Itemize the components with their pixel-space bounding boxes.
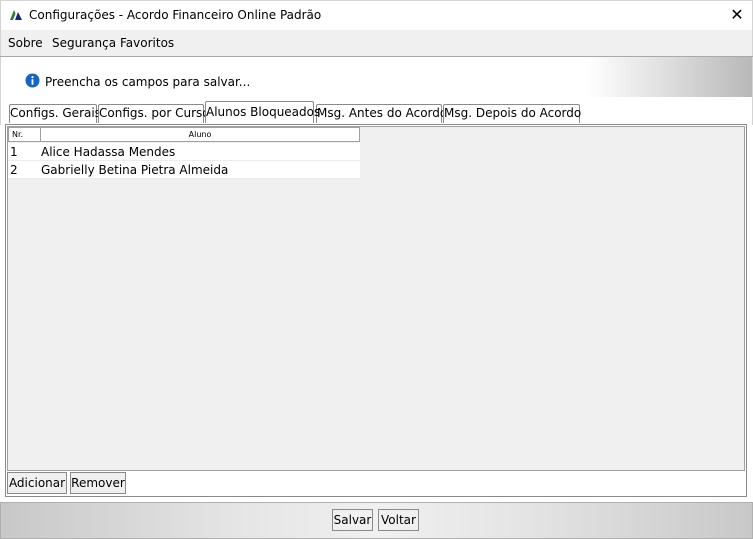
menu-favoritos[interactable]: Favoritos <box>120 36 174 50</box>
menu-seguranca[interactable]: Segurança <box>52 36 116 50</box>
remove-button[interactable]: Remover <box>70 472 126 494</box>
tab-strip: Configs. Gerais Configs. por Curso Aluno… <box>0 97 753 125</box>
column-header-aluno[interactable]: Aluno <box>40 127 360 142</box>
table-row[interactable]: 1 Alice Hadassa Mendes <box>8 143 360 161</box>
info-message: Preencha os campos para salvar... <box>45 75 251 89</box>
tab-configs-gerais[interactable]: Configs. Gerais <box>9 104 101 123</box>
app-logo-icon <box>10 10 22 20</box>
save-button[interactable]: Salvar <box>332 509 373 531</box>
row-aluno: Gabrielly Betina Pietra Almeida <box>41 163 229 177</box>
add-button[interactable]: Adicionar <box>7 472 67 494</box>
menu-sobre[interactable]: Sobre <box>8 36 43 50</box>
footer-bar: Salvar Voltar <box>0 502 753 539</box>
students-grid[interactable]: Nr. Aluno 1 Alice Hadassa Mendes 2 Gabri… <box>7 126 745 471</box>
tab-msg-antes-do-acordo[interactable]: Msg. Antes do Acordo <box>316 104 447 123</box>
window-title: Configurações - Acordo Financeiro Online… <box>29 8 322 22</box>
column-header-nr[interactable]: Nr. <box>8 127 41 142</box>
back-button[interactable]: Voltar <box>378 509 419 531</box>
grid-header: Nr. Aluno <box>8 127 360 142</box>
table-row[interactable]: 2 Gabrielly Betina Pietra Almeida <box>8 161 360 179</box>
row-nr: 2 <box>10 163 18 177</box>
title-bar: Configurações - Acordo Financeiro Online… <box>0 0 753 30</box>
info-bar: Preencha os campos para salvar... <box>0 57 753 97</box>
tab-panel-alunos-bloqueados: Nr. Aluno 1 Alice Hadassa Mendes 2 Gabri… <box>5 124 747 497</box>
tab-msg-depois-do-acordo[interactable]: Msg. Depois do Acordo <box>443 104 581 123</box>
tab-configs-por-curso[interactable]: Configs. por Curso <box>98 104 210 123</box>
info-icon <box>25 73 40 88</box>
tab-alunos-bloqueados[interactable]: Alunos Bloqueados <box>205 101 320 123</box>
row-aluno: Alice Hadassa Mendes <box>41 145 176 159</box>
row-nr: 1 <box>10 145 18 159</box>
close-button[interactable]: ✕ <box>722 1 752 30</box>
menu-bar: Sobre Segurança Favoritos <box>0 30 753 56</box>
